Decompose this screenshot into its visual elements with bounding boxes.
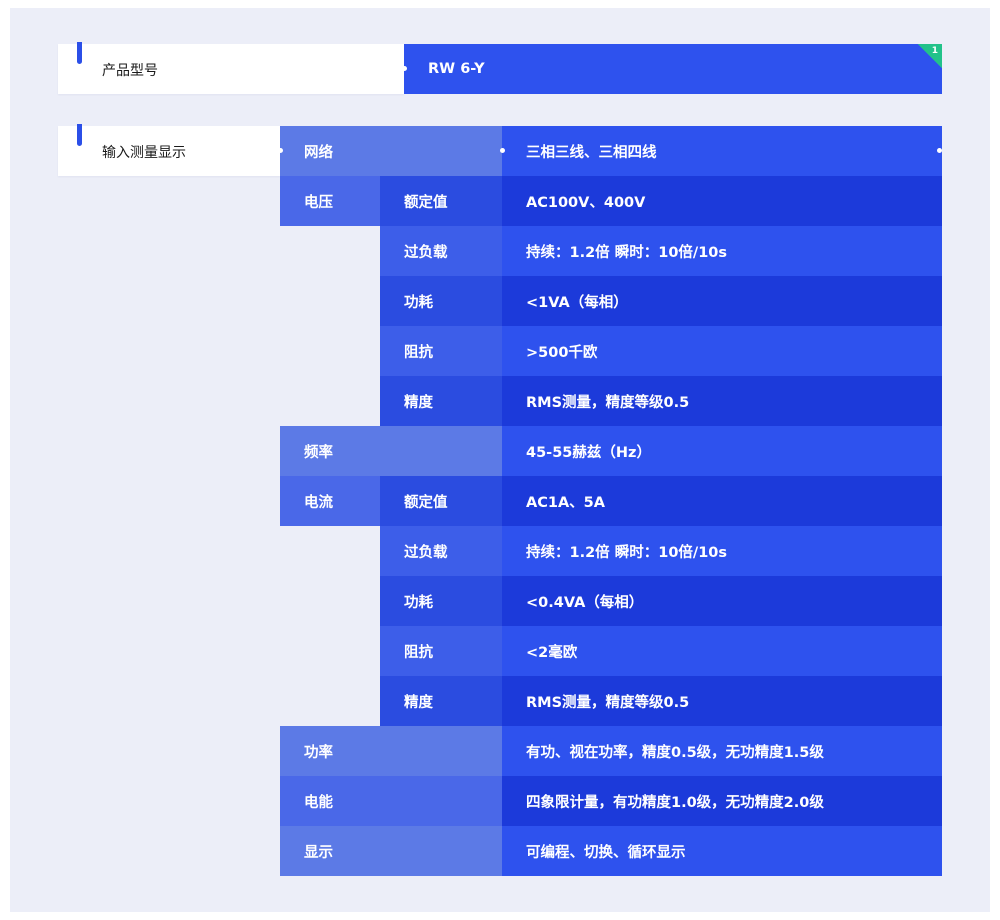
voltage-overload-label-text: 过负载 (404, 244, 448, 261)
power-value: 有功、视在功率，精度0.5级，无功精度1.5级 (502, 726, 942, 776)
network-dot-mid (500, 148, 505, 153)
accent-bar (77, 42, 82, 64)
energy-value: 四象限计量，有功精度1.0级，无功精度2.0级 (502, 776, 942, 826)
voltage-impedance-value: >500千欧 (502, 326, 942, 376)
current-accuracy-value-text: RMS测量，精度等级0.5 (526, 694, 690, 711)
voltage-overload-label: 过负载 (380, 226, 502, 276)
voltage-overload-value-text: 持续：1.2倍 瞬时：10倍/10s (526, 244, 728, 261)
input-label: 输入测量显示 (102, 145, 186, 161)
current-label: 电流 (280, 476, 380, 526)
voltage-impedance-label: 阻抗 (380, 326, 502, 376)
network-label: 网络 (280, 126, 502, 176)
model-value-text: RW 6-Y (428, 61, 485, 77)
current-accuracy-value: RMS测量，精度等级0.5 (502, 676, 942, 726)
voltage-overload-value: 持续：1.2倍 瞬时：10倍/10s (502, 226, 942, 276)
frequency-value-text: 45-55赫兹（Hz） (526, 444, 651, 461)
current-impedance-label: 阻抗 (380, 626, 502, 676)
network-dot-left (278, 148, 283, 153)
voltage-power-value: <1VA（每相） (502, 276, 942, 326)
current-rated-label-text: 额定值 (404, 494, 448, 511)
frequency-value: 45-55赫兹（Hz） (502, 426, 942, 476)
power-label: 功率 (280, 726, 502, 776)
energy-label: 电能 (280, 776, 502, 826)
voltage-accuracy-label-text: 精度 (404, 394, 433, 411)
current-impedance-value-text: <2毫欧 (526, 644, 578, 661)
current-overload-value-text: 持续：1.2倍 瞬时：10倍/10s (526, 544, 728, 561)
display-label-text: 显示 (304, 844, 333, 861)
voltage-rated-label: 额定值 (380, 176, 502, 226)
current-impedance-label-text: 阻抗 (404, 644, 433, 661)
current-overload-label-text: 过负载 (404, 544, 448, 561)
voltage-accuracy-value: RMS测量，精度等级0.5 (502, 376, 942, 426)
current-accuracy-label-text: 精度 (404, 694, 433, 711)
corner-badge: 1 (918, 44, 942, 68)
display-value: 可编程、切换、循环显示 (502, 826, 942, 876)
voltage-rated-value-text: AC100V、400V (526, 194, 646, 211)
accent-bar (77, 124, 82, 146)
voltage-impedance-value-text: >500千欧 (526, 344, 598, 361)
model-value: RW 6-Y (404, 44, 942, 94)
voltage-accuracy-label: 精度 (380, 376, 502, 426)
voltage-rated-value: AC100V、400V (502, 176, 942, 226)
model-label: 产品型号 (102, 63, 158, 79)
model-label-card: 产品型号 (58, 42, 404, 94)
energy-value-text: 四象限计量，有功精度1.0级，无功精度2.0级 (526, 794, 824, 811)
current-power-label: 功耗 (380, 576, 502, 626)
power-value-text: 有功、视在功率，精度0.5级，无功精度1.5级 (526, 744, 824, 761)
voltage-power-label-text: 功耗 (404, 294, 433, 311)
frequency-label-text: 频率 (304, 444, 333, 461)
network-value: 三相三线、三相四线 (502, 126, 942, 176)
network-label-text: 网络 (304, 144, 333, 161)
current-overload-label: 过负载 (380, 526, 502, 576)
voltage-impedance-label-text: 阻抗 (404, 344, 433, 361)
current-accuracy-label: 精度 (380, 676, 502, 726)
current-rated-value-text: AC1A、5A (526, 494, 605, 511)
display-label: 显示 (280, 826, 502, 876)
voltage-label: 电压 (280, 176, 380, 226)
voltage-label-text: 电压 (304, 194, 333, 211)
network-value-text: 三相三线、三相四线 (526, 144, 657, 161)
current-impedance-value: <2毫欧 (502, 626, 942, 676)
current-rated-label: 额定值 (380, 476, 502, 526)
current-label-text: 电流 (304, 494, 333, 511)
display-value-text: 可编程、切换、循环显示 (526, 844, 686, 861)
frequency-label: 频率 (280, 426, 502, 476)
corner-badge-number: 1 (931, 46, 938, 56)
voltage-rated-label-text: 额定值 (404, 194, 448, 211)
model-connector-dot (402, 66, 407, 71)
power-label-text: 功率 (304, 744, 333, 761)
current-rated-value: AC1A、5A (502, 476, 942, 526)
current-power-value-text: <0.4VA（每相） (526, 594, 644, 611)
voltage-power-label: 功耗 (380, 276, 502, 326)
energy-label-text: 电能 (304, 794, 333, 811)
voltage-power-value-text: <1VA（每相） (526, 294, 628, 311)
current-power-value: <0.4VA（每相） (502, 576, 942, 626)
voltage-accuracy-value-text: RMS测量，精度等级0.5 (526, 394, 690, 411)
network-dot-right (937, 148, 942, 153)
input-label-card: 输入测量显示 (58, 124, 280, 176)
current-overload-value: 持续：1.2倍 瞬时：10倍/10s (502, 526, 942, 576)
current-power-label-text: 功耗 (404, 594, 433, 611)
